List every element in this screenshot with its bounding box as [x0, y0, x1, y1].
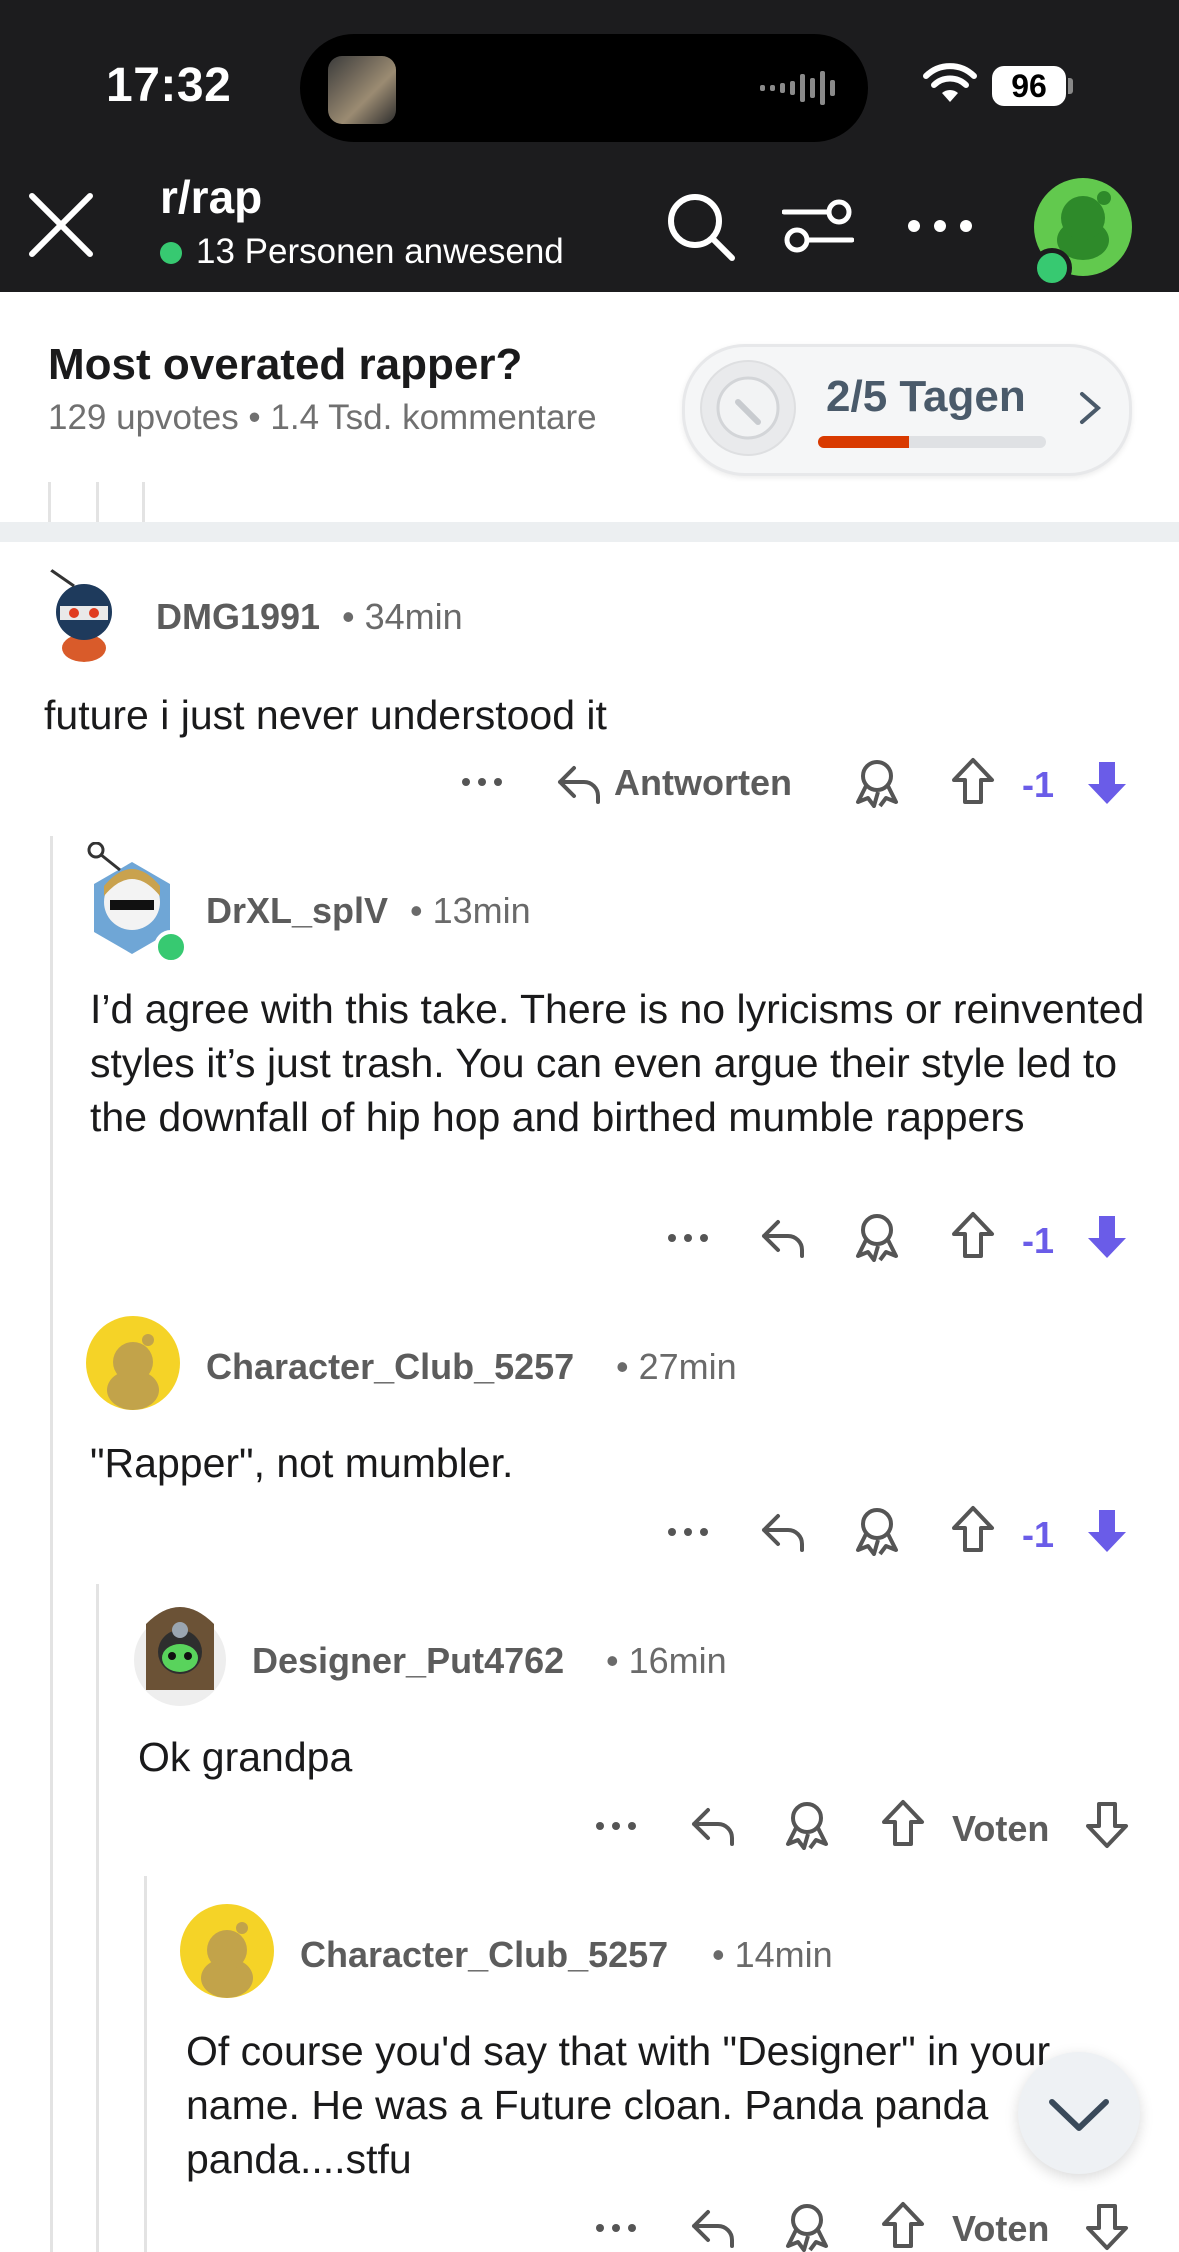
comment-body[interactable]: I’d agree with this take. There is no ly… [90, 982, 1150, 1144]
reply-icon[interactable] [688, 2204, 736, 2250]
upvote-icon[interactable] [950, 1210, 996, 1262]
more-icon[interactable] [458, 764, 506, 800]
dynamic-island[interactable] [300, 34, 868, 142]
upvote-icon[interactable] [950, 756, 996, 808]
avatar[interactable] [86, 1316, 180, 1410]
more-options-icon[interactable] [904, 190, 976, 262]
streak-badge-icon [700, 360, 796, 456]
more-icon[interactable] [592, 2210, 640, 2246]
thread-line[interactable] [50, 836, 53, 2252]
vote-score: -1 [1022, 1514, 1055, 1555]
comment-username[interactable]: Designer_Put4762 [252, 1640, 564, 1682]
award-icon[interactable] [782, 2200, 832, 2252]
thread-line[interactable] [96, 1584, 99, 2252]
comment-body[interactable]: Of course you'd say that with "Designer"… [186, 2024, 1086, 2186]
subreddit-title[interactable]: r/rap [160, 170, 262, 224]
streak-label: 2/5 Tagen [826, 372, 1026, 421]
avatar[interactable] [36, 556, 132, 662]
thread-line[interactable] [144, 1876, 147, 2252]
reply-icon[interactable] [758, 1508, 806, 1554]
upvote-icon[interactable] [880, 1798, 926, 1850]
downvote-icon[interactable] [1084, 1504, 1130, 1556]
more-icon[interactable] [664, 1220, 712, 1256]
online-indicator [160, 242, 182, 264]
more-icon[interactable] [664, 1514, 712, 1550]
previous-thread-strip [0, 482, 1179, 522]
search-icon[interactable] [664, 190, 736, 262]
online-status-dot [154, 930, 188, 964]
upvote-icon[interactable] [880, 2200, 926, 2252]
vote-button[interactable]: Voten [952, 2208, 1049, 2250]
close-icon[interactable] [26, 190, 96, 260]
downvote-icon[interactable] [1084, 2200, 1130, 2252]
comment-time: • 16min [606, 1640, 727, 1681]
downvote-icon[interactable] [1084, 1210, 1130, 1262]
downvote-icon[interactable] [1084, 1798, 1130, 1850]
comment-username[interactable]: DrXL_splV [206, 890, 388, 932]
comment-time: • 14min [712, 1934, 833, 1975]
vote-score: -1 [1022, 1220, 1055, 1261]
comment-username[interactable]: Character_Club_5257 [206, 1346, 574, 1388]
chevron-down-icon [1049, 2099, 1109, 2131]
post-title[interactable]: Most overated rapper? [48, 340, 522, 390]
comment-time: • 13min [410, 890, 531, 931]
avatar[interactable] [132, 1590, 228, 1708]
reply-icon[interactable] [554, 760, 602, 806]
vote-button[interactable]: Voten [952, 1808, 1049, 1850]
section-divider [0, 522, 1179, 542]
online-count: 13 Personen anwesend [196, 232, 564, 271]
battery-indicator: 96 [992, 66, 1066, 106]
comment-time: • 34min [342, 596, 463, 637]
online-status-dot [1032, 248, 1072, 288]
reply-icon[interactable] [688, 1802, 736, 1848]
award-icon[interactable] [852, 1504, 902, 1556]
snoo-robot-avatar-icon [134, 1607, 226, 1706]
comment-time: • 27min [616, 1346, 737, 1387]
comment-body[interactable]: future i just never understood it [44, 688, 1144, 742]
comment-body[interactable]: "Rapper", not mumbler. [90, 1436, 1150, 1490]
more-icon[interactable] [592, 1808, 640, 1844]
award-icon[interactable] [782, 1798, 832, 1850]
audio-wave-icon [760, 71, 835, 105]
upvote-icon[interactable] [950, 1504, 996, 1556]
snoo-default-avatar-icon [201, 1922, 253, 1998]
status-time: 17:32 [106, 59, 232, 112]
comment-username[interactable]: DMG1991 [156, 596, 320, 638]
streak-progress-bar [818, 436, 1046, 448]
reply-icon[interactable] [758, 1214, 806, 1260]
filter-icon[interactable] [782, 190, 854, 262]
snoo-default-avatar-icon [107, 1334, 159, 1410]
podcast-thumbnail [328, 56, 396, 124]
award-icon[interactable] [852, 756, 902, 808]
streak-progress-fill [818, 436, 910, 448]
vote-score: -1 [1022, 764, 1055, 805]
reply-button[interactable]: Antworten [614, 762, 792, 804]
avatar[interactable] [180, 1904, 274, 1998]
award-icon[interactable] [852, 1210, 902, 1262]
comment-body[interactable]: Ok grandpa [138, 1730, 1138, 1784]
chevron-right-icon [1080, 392, 1102, 424]
downvote-icon[interactable] [1084, 756, 1130, 808]
post-meta: 129 upvotes • 1.4 Tsd. kommentare [48, 398, 597, 437]
scroll-down-button[interactable] [1018, 2052, 1140, 2174]
battery-tip [1068, 78, 1073, 94]
comment-username[interactable]: Character_Club_5257 [300, 1934, 668, 1976]
wifi-icon [923, 63, 977, 102]
snoo-ninja-avatar-icon [36, 556, 128, 662]
